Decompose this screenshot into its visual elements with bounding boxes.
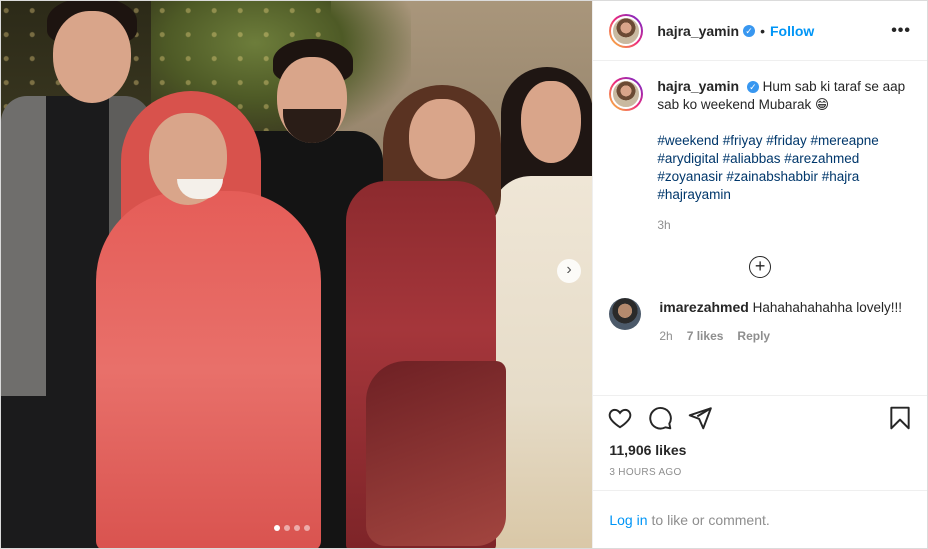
verified-badge-icon: ✓ — [746, 81, 759, 94]
carousel-dot — [304, 525, 310, 531]
caption-text: hajra_yamin ✓ Hum sab ki taraf se aap sa… — [657, 77, 911, 114]
plus-circle-icon[interactable]: + — [749, 256, 772, 278]
post-photo[interactable]: › — [1, 1, 593, 548]
login-prompt-text: to like or comment. — [651, 511, 770, 528]
comments-section[interactable]: hajra_yamin ✓ Hum sab ki taraf se aap sa… — [593, 61, 927, 395]
hashtag-link[interactable]: #hajrayamin — [657, 187, 731, 202]
action-bar — [593, 395, 927, 439]
hashtag-link[interactable]: #hajra — [822, 169, 860, 184]
avatar — [611, 79, 642, 109]
comment-text: imarezahmed Hahahahahahha lovely!!! — [659, 298, 902, 317]
follow-button[interactable]: Follow — [770, 23, 814, 39]
hashtag-link[interactable]: #weekend — [657, 133, 719, 148]
comment-likes[interactable]: 7 likes — [687, 329, 724, 343]
carousel-dot — [274, 525, 280, 531]
caption-avatar[interactable] — [609, 77, 644, 111]
carousel-dots — [274, 525, 310, 531]
avatar — [611, 15, 642, 46]
post-timestamp: 3 HOURS AGO — [609, 467, 682, 478]
caption: hajra_yamin ✓ Hum sab ki taraf se aap sa… — [609, 77, 911, 232]
likes-count[interactable]: 11,906 likes — [593, 439, 927, 461]
chevron-right-icon[interactable]: › — [557, 259, 581, 283]
comment-item: imarezahmed Hahahahahahha lovely!!! 2h 7… — [609, 298, 911, 343]
load-more-comments: + — [609, 256, 911, 278]
caption-username[interactable]: hajra_yamin — [657, 78, 739, 94]
hashtag-link[interactable]: #friday — [766, 133, 807, 148]
hashtag-link[interactable]: #zoyanasir — [657, 169, 722, 184]
carousel-dot — [294, 525, 300, 531]
paper-plane-icon[interactable] — [687, 405, 713, 431]
login-link[interactable]: Log in — [609, 512, 647, 528]
comment-username[interactable]: imarezahmed — [659, 299, 748, 315]
hashtag-link[interactable]: #zainabshabbir — [726, 169, 818, 184]
story-ring[interactable] — [609, 13, 644, 48]
verified-badge-icon: ✓ — [743, 24, 756, 37]
comment-meta: 2h 7 likes Reply — [659, 329, 902, 343]
comment-time: 2h — [659, 329, 673, 343]
comment-message: Hahahahahahha lovely!!! — [752, 300, 902, 315]
reply-button[interactable]: Reply — [737, 329, 770, 343]
bookmark-icon[interactable] — [887, 405, 913, 431]
post-sidebar: hajra_yamin ✓ • Follow ••• hajra_yamin ✓… — [592, 1, 927, 548]
carousel-dot — [284, 525, 290, 531]
more-options-icon[interactable]: ••• — [891, 22, 911, 40]
avatar[interactable] — [609, 298, 642, 330]
header-separator: • — [760, 22, 765, 39]
header-username[interactable]: hajra_yamin — [657, 23, 739, 39]
post-header: hajra_yamin ✓ • Follow ••• — [593, 1, 927, 61]
comment-bubble-icon[interactable] — [647, 405, 673, 431]
hashtag-link[interactable]: #aliabbas — [723, 151, 781, 166]
hashtag-link[interactable]: #arydigital — [657, 151, 719, 166]
caption-time: 3h — [657, 218, 671, 232]
hashtag-link[interactable]: #friyay — [723, 133, 763, 148]
login-prompt: Log in to like or comment. — [593, 490, 927, 548]
heart-icon[interactable] — [607, 405, 633, 431]
hashtag-link[interactable]: #mereapne — [811, 133, 879, 148]
hashtag-link[interactable]: #arezahmed — [784, 151, 859, 166]
instagram-post: › hajra_yamin ✓ • Follow ••• hajra_yamin… — [0, 0, 928, 549]
caption-hashtags: #weekend #friyay #friday #mereapne #aryd… — [657, 132, 911, 204]
